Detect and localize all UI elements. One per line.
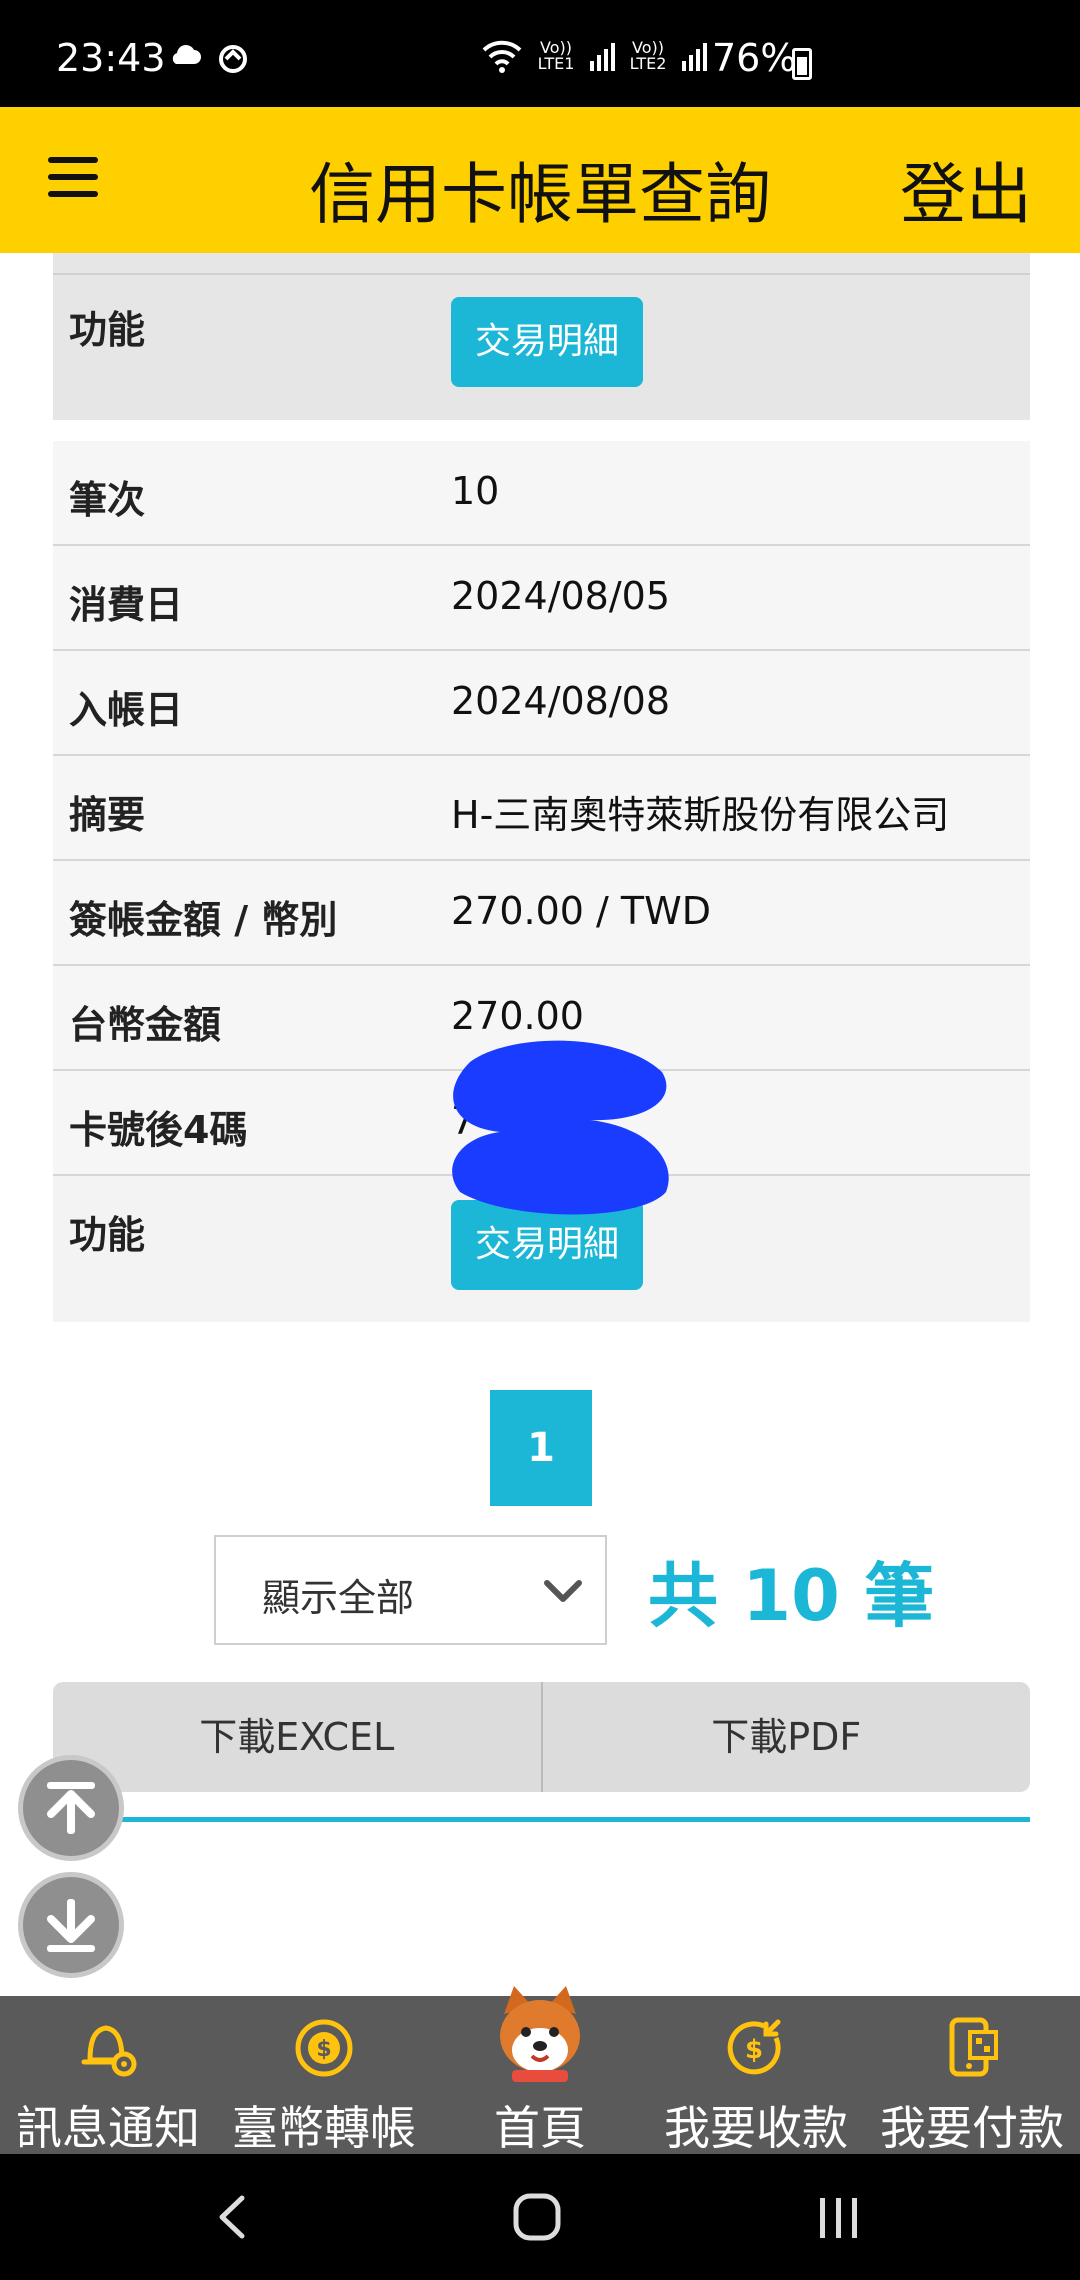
wifi-icon [482, 40, 522, 73]
row-label: 消費日 [69, 583, 184, 627]
nav-item-home[interactable]: 首頁 [432, 1986, 648, 2155]
bell-gear-icon [81, 2025, 137, 2077]
recent-apps-icon[interactable] [814, 2192, 864, 2242]
row-value: 2024/08/05 [451, 574, 671, 618]
row-label: 入帳日 [69, 688, 184, 732]
filter-select[interactable]: 顯示全部 [214, 1535, 607, 1645]
signal-2-icon [682, 43, 707, 71]
shiba-mascot-icon [500, 1986, 580, 2082]
nav-item-twd-transfer[interactable]: $ 臺幣轉帳 [216, 1996, 432, 2155]
home-icon[interactable] [512, 2192, 562, 2242]
nav-label: 我要付款 [880, 2101, 1064, 2155]
row-label: 台幣金額 [69, 1003, 222, 1047]
download-bar: 下載EXCEL 下載PDF [53, 1682, 1030, 1792]
lte1-label: Vo)) LTE1 [537, 38, 575, 73]
download-pdf-button[interactable]: 下載PDF [543, 1682, 1031, 1792]
nav-label: 首頁 [494, 2101, 586, 2155]
status-icons-right: Vo)) LTE1 Vo)) LTE2 [480, 38, 708, 74]
sync-icon [219, 45, 247, 73]
divider-line [53, 1817, 1030, 1822]
pay-phone-icon [949, 2017, 998, 2077]
record-row-posting-date: 入帳日 2024/08/08 [53, 651, 1030, 756]
lte2-label: Vo)) LTE2 [629, 38, 667, 73]
nav-item-notifications[interactable]: 訊息通知 [0, 1996, 216, 2155]
nav-label: 臺幣轉帳 [232, 2101, 416, 2155]
nav-label: 訊息通知 [16, 2101, 200, 2155]
battery-percent: 76% [712, 36, 797, 80]
record-row-summary: 摘要 H-三南奧特萊斯股份有限公司 [53, 756, 1030, 861]
chevron-down-icon [544, 1580, 582, 1602]
row-label: 簽帳金額 / 幣別 [69, 898, 338, 942]
svg-text:$: $ [316, 2037, 331, 2062]
redaction-scribble [452, 1040, 669, 1215]
page-1-button[interactable]: 1 [490, 1390, 592, 1506]
arrow-down-icon [47, 1899, 95, 1952]
row-label: 摘要 [69, 793, 146, 837]
battery-icon [792, 48, 812, 80]
status-time: 23:43 [56, 36, 166, 80]
record-row-amount-currency: 簽帳金額 / 幣別 270.00 / TWD [53, 861, 1030, 966]
app-header: 信用卡帳單查詢 登出 [0, 107, 1080, 253]
status-bar: 23:43 Vo)) LTE1 Vo)) LTE2 76% [0, 0, 1080, 107]
transaction-detail-button[interactable]: 交易明細 [451, 297, 643, 387]
row-value: 10 [451, 469, 500, 513]
previous-record-card: 功能 交易明細 [53, 253, 1030, 420]
record-row-purchase-date: 消費日 2024/08/05 [53, 546, 1030, 651]
row-label: 卡號後4碼 [69, 1108, 248, 1152]
logout-button[interactable]: 登出 [900, 141, 1032, 237]
filter-select-value: 顯示全部 [262, 1576, 415, 1620]
row-label: 筆次 [69, 478, 146, 522]
back-icon[interactable] [212, 2192, 252, 2242]
function-label: 功能 [69, 1213, 146, 1257]
cloud-icon [172, 45, 201, 64]
nav-item-pay[interactable]: 我要付款 [864, 1996, 1080, 2155]
nav-label: 我要收款 [664, 2101, 848, 2155]
system-nav-bar [0, 2154, 1080, 2280]
download-excel-button[interactable]: 下載EXCEL [53, 1682, 543, 1792]
scroll-bottom-button[interactable] [18, 1872, 124, 1978]
record-row-index: 筆次 10 [53, 441, 1030, 546]
receive-money-icon: $ [727, 2019, 781, 2075]
status-icons-left [168, 42, 250, 76]
svg-text:$: $ [745, 2035, 763, 2065]
arrow-up-icon [47, 1782, 95, 1834]
nav-item-receive[interactable]: $ 我要收款 [648, 1996, 864, 2155]
row-value: 2024/08/08 [451, 679, 671, 723]
signal-1-icon [590, 43, 615, 71]
row-value: 270.00 / TWD [451, 889, 711, 933]
dollar-coin-icon: $ [295, 2019, 353, 2077]
total-count: 共 10 筆 [648, 1555, 935, 1637]
function-label: 功能 [69, 308, 146, 352]
row-value: H-三南奧特萊斯股份有限公司 [451, 793, 950, 837]
scroll-top-button[interactable] [18, 1755, 124, 1861]
bottom-nav: 訊息通知 $ 臺幣轉帳 首頁 $ 我要收款 我要付款 [0, 1986, 1080, 2155]
